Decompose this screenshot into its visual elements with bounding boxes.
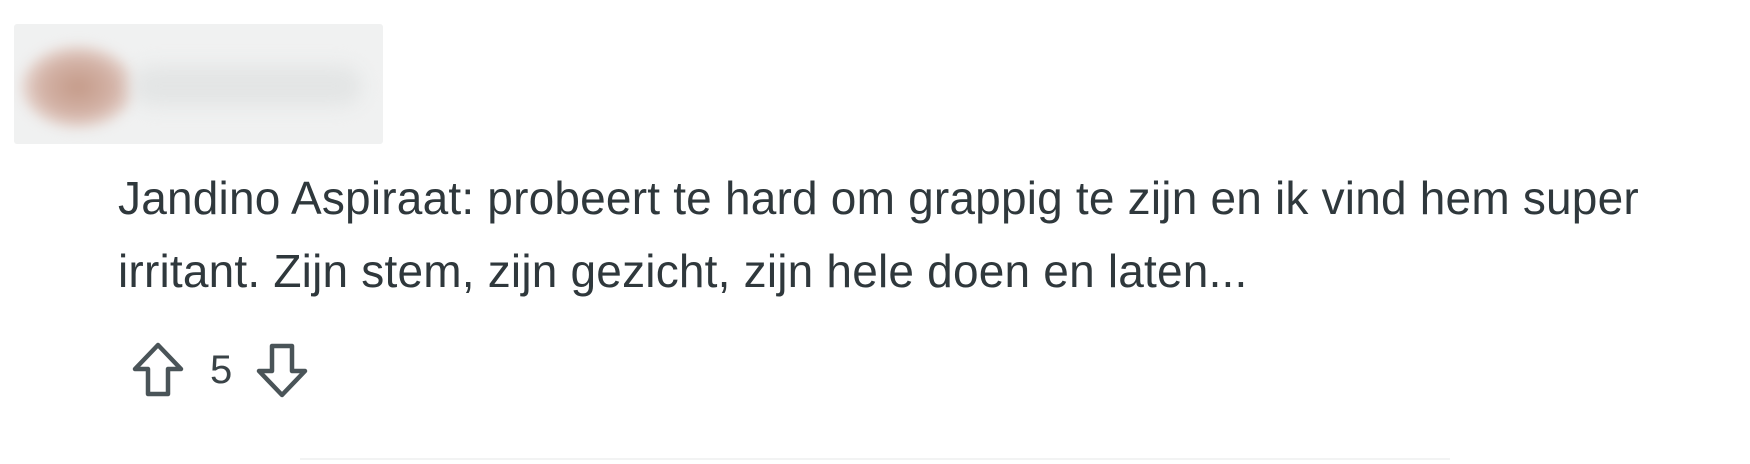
comment-text: Jandino Aspiraat: probeert te hard om gr… bbox=[118, 172, 1639, 297]
avatar[interactable] bbox=[22, 46, 134, 128]
vote-actions: 5 bbox=[130, 340, 310, 400]
divider bbox=[300, 458, 1450, 460]
arrow-up-outline-icon bbox=[132, 342, 184, 397]
comment: Jandino Aspiraat: probeert te hard om gr… bbox=[0, 0, 1750, 464]
vote-score: 5 bbox=[210, 348, 233, 392]
username-redacted[interactable] bbox=[132, 66, 362, 106]
downvote-button[interactable] bbox=[254, 340, 310, 400]
redacted-author-header bbox=[14, 24, 383, 144]
arrow-down-outline-icon bbox=[257, 343, 308, 398]
upvote-button[interactable] bbox=[130, 340, 186, 400]
